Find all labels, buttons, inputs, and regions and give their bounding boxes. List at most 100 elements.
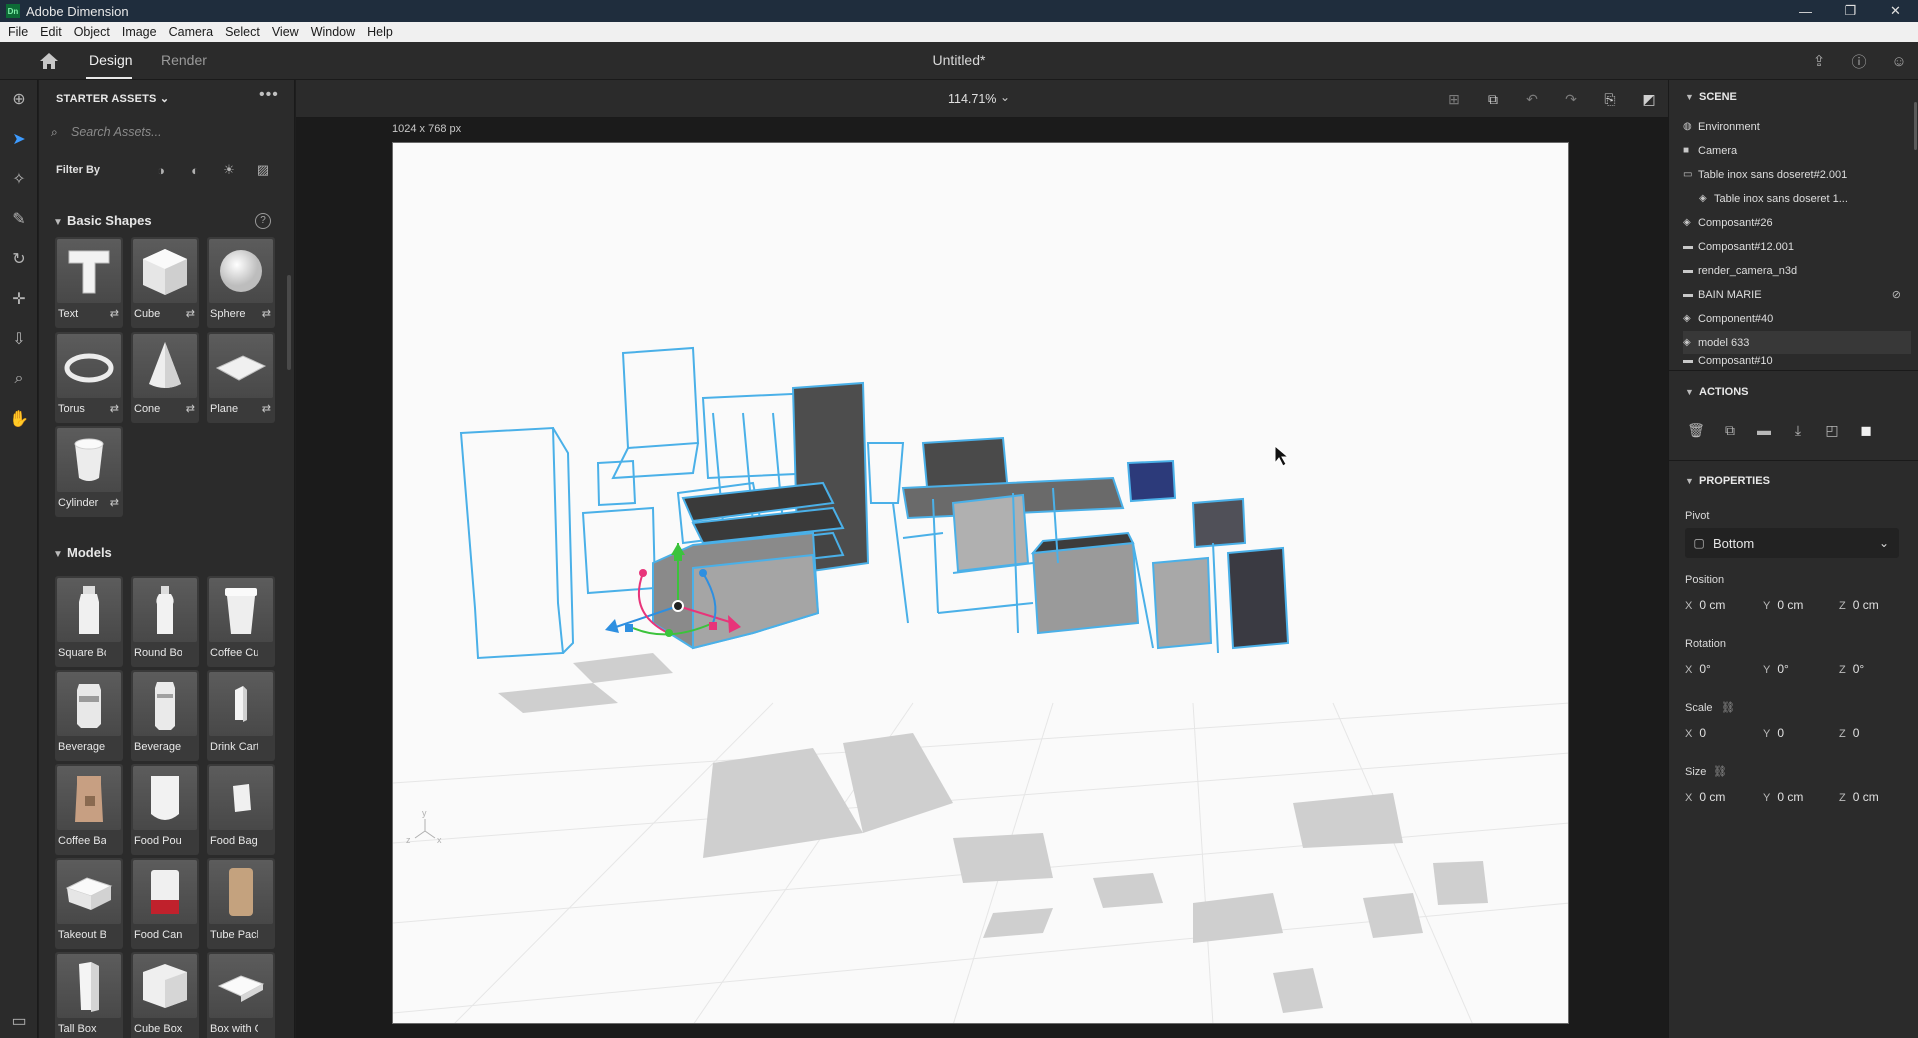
- zoom-tool-icon[interactable]: ⌕: [8, 368, 30, 390]
- help-icon[interactable]: ?: [255, 213, 271, 229]
- tab-render[interactable]: Render: [161, 52, 207, 68]
- panel-title[interactable]: STARTER ASSETS ⌄: [56, 92, 169, 105]
- size-z-field[interactable]: Z0 cm: [1839, 790, 1879, 804]
- pan-tool-icon[interactable]: ✛: [8, 288, 30, 310]
- asset-tile-model[interactable]: Food Can: [131, 858, 199, 949]
- asset-tile-model[interactable]: Drink Cart...: [207, 670, 275, 761]
- scene-item-camera[interactable]: ■ Camera: [1683, 139, 1911, 162]
- link-proportions-icon[interactable]: ⛓: [1713, 765, 1727, 778]
- scene-item-model[interactable]: ◈ Composant#26: [1683, 211, 1911, 234]
- filter-images-icon[interactable]: ▨: [253, 160, 273, 180]
- models-header[interactable]: ▼ Models: [53, 545, 112, 560]
- tab-design[interactable]: Design: [89, 52, 133, 68]
- orbit-tool-icon[interactable]: ↻: [8, 248, 30, 270]
- select-tool-icon[interactable]: ➤: [8, 128, 30, 150]
- size-y-field[interactable]: Y0 cm: [1763, 790, 1803, 804]
- asset-tile-model[interactable]: Coffee Cup: [207, 576, 275, 667]
- adjust-icon[interactable]: ⇄: [186, 307, 195, 320]
- help-icon[interactable]: ⓘ: [1848, 50, 1870, 72]
- asset-tile-text[interactable]: Text ⇄: [55, 237, 123, 328]
- more-options-icon[interactable]: •••: [259, 86, 279, 104]
- adjust-icon[interactable]: ⇄: [262, 402, 271, 415]
- asset-tile-model[interactable]: Food Bag: [207, 764, 275, 855]
- adjust-icon[interactable]: ⇄: [110, 402, 119, 415]
- asset-tile-cone[interactable]: Cone ⇄: [131, 332, 199, 423]
- group-folder-icon[interactable]: ▬: [1753, 419, 1775, 441]
- snap-grid-icon[interactable]: ⊞: [1443, 88, 1465, 110]
- undo-camera-icon[interactable]: ↶: [1521, 88, 1543, 110]
- menu-help[interactable]: Help: [361, 25, 399, 39]
- render-preview-icon[interactable]: ◩: [1638, 88, 1660, 110]
- menu-camera[interactable]: Camera: [163, 25, 219, 39]
- align-icon[interactable]: ⧉: [1482, 88, 1504, 110]
- asset-tile-torus[interactable]: Torus ⇄: [55, 332, 123, 423]
- scene-item-group[interactable]: ▭ Table inox sans doseret#2.001: [1683, 163, 1911, 186]
- drop-to-ground-icon[interactable]: ⤓: [1787, 419, 1809, 441]
- asset-tile-model[interactable]: Round Bo...: [131, 576, 199, 667]
- scene-item-group[interactable]: ▬ render_camera_n3d: [1683, 259, 1911, 282]
- scale-z-field[interactable]: Z0: [1839, 726, 1859, 740]
- redo-camera-icon[interactable]: ↷: [1560, 88, 1582, 110]
- asset-tile-model[interactable]: Beverage ...: [55, 670, 123, 761]
- hand-tool-icon[interactable]: ✋: [8, 408, 30, 430]
- scene-item-model[interactable]: ◈ Table inox sans doseret 1...: [1683, 187, 1911, 210]
- minimize-button[interactable]: —: [1783, 0, 1828, 22]
- scene-item-group[interactable]: ▬ Composant#12.001: [1683, 235, 1911, 258]
- menu-file[interactable]: File: [2, 25, 34, 39]
- position-z-field[interactable]: Z0 cm: [1839, 598, 1879, 612]
- adjust-icon[interactable]: ⇄: [186, 402, 195, 415]
- home-icon[interactable]: [38, 51, 60, 71]
- delete-icon[interactable]: 🗑: [1685, 419, 1707, 441]
- place-on-canvas-icon[interactable]: ◰: [1821, 419, 1843, 441]
- zoom-level[interactable]: 114.71%: [948, 92, 996, 106]
- position-y-field[interactable]: Y0 cm: [1763, 598, 1803, 612]
- adjust-icon[interactable]: ⇄: [262, 307, 271, 320]
- duplicate-icon[interactable]: ⧉: [1719, 419, 1741, 441]
- menu-select[interactable]: Select: [219, 25, 266, 39]
- close-button[interactable]: ✕: [1873, 0, 1918, 22]
- add-content-icon[interactable]: ⊕: [8, 88, 30, 110]
- scale-x-field[interactable]: X0: [1685, 726, 1706, 740]
- scene-item-environment[interactable]: ◍ Environment: [1683, 115, 1911, 138]
- camera-bookmark-icon[interactable]: ⎘: [1599, 88, 1621, 110]
- drop-tool-icon[interactable]: ⇩: [8, 328, 30, 350]
- rotation-y-field[interactable]: Y 0°: [1763, 662, 1789, 676]
- asset-tile-model[interactable]: Tube Pack...: [207, 858, 275, 949]
- menu-view[interactable]: View: [266, 25, 305, 39]
- asset-tile-model[interactable]: Square Bo...: [55, 576, 123, 667]
- zoom-chevron-down-icon[interactable]: ⌄: [1000, 90, 1010, 104]
- position-x-field[interactable]: X0 cm: [1685, 598, 1725, 612]
- filter-lights-icon[interactable]: ☀: [219, 160, 239, 180]
- size-x-field[interactable]: X0 cm: [1685, 790, 1725, 804]
- scene-item-group[interactable]: ▬ Composant#10: [1683, 355, 1911, 369]
- adjust-icon[interactable]: ⇄: [110, 496, 119, 509]
- share-icon[interactable]: ⇪: [1808, 50, 1830, 72]
- rotation-z-field[interactable]: Z 0°: [1839, 662, 1864, 676]
- hidden-eye-icon[interactable]: ⊘: [1892, 288, 1901, 301]
- asset-tile-plane[interactable]: Plane ⇄: [207, 332, 275, 423]
- scene-item-model-selected[interactable]: ◈ model 633: [1683, 331, 1911, 354]
- scale-y-field[interactable]: Y0: [1763, 726, 1784, 740]
- link-proportions-icon[interactable]: ⛓: [1721, 701, 1735, 714]
- scrollbar[interactable]: [287, 275, 291, 370]
- feedback-icon[interactable]: ☺: [1888, 50, 1910, 72]
- asset-tile-model[interactable]: Coffee Bag: [55, 764, 123, 855]
- actions-header[interactable]: ▼ ACTIONS: [1685, 386, 1749, 398]
- asset-tile-model[interactable]: Takeout Box: [55, 858, 123, 949]
- scene-scrollbar[interactable]: [1914, 102, 1917, 150]
- search-input[interactable]: ⌕ Search Assets...: [51, 120, 283, 144]
- menu-window[interactable]: Window: [305, 25, 361, 39]
- menu-image[interactable]: Image: [116, 25, 163, 39]
- magic-wand-tool-icon[interactable]: ✧: [8, 168, 30, 190]
- asset-tile-model[interactable]: Cube Box: [131, 952, 199, 1038]
- filter-models-icon[interactable]: ◑: [151, 160, 171, 180]
- asset-tile-model[interactable]: Tall Box: [55, 952, 123, 1038]
- panel-toggle-icon[interactable]: ▭: [8, 1010, 30, 1032]
- menu-edit[interactable]: Edit: [34, 25, 68, 39]
- asset-tile-model[interactable]: Box with O...: [207, 952, 275, 1038]
- properties-header[interactable]: ▼ PROPERTIES: [1685, 475, 1770, 487]
- asset-tile-sphere[interactable]: Sphere ⇄: [207, 237, 275, 328]
- 3d-viewport[interactable]: y z x: [392, 142, 1569, 1024]
- filter-materials-icon[interactable]: ◐: [185, 160, 205, 180]
- basic-shapes-header[interactable]: ▼ Basic Shapes: [53, 213, 152, 228]
